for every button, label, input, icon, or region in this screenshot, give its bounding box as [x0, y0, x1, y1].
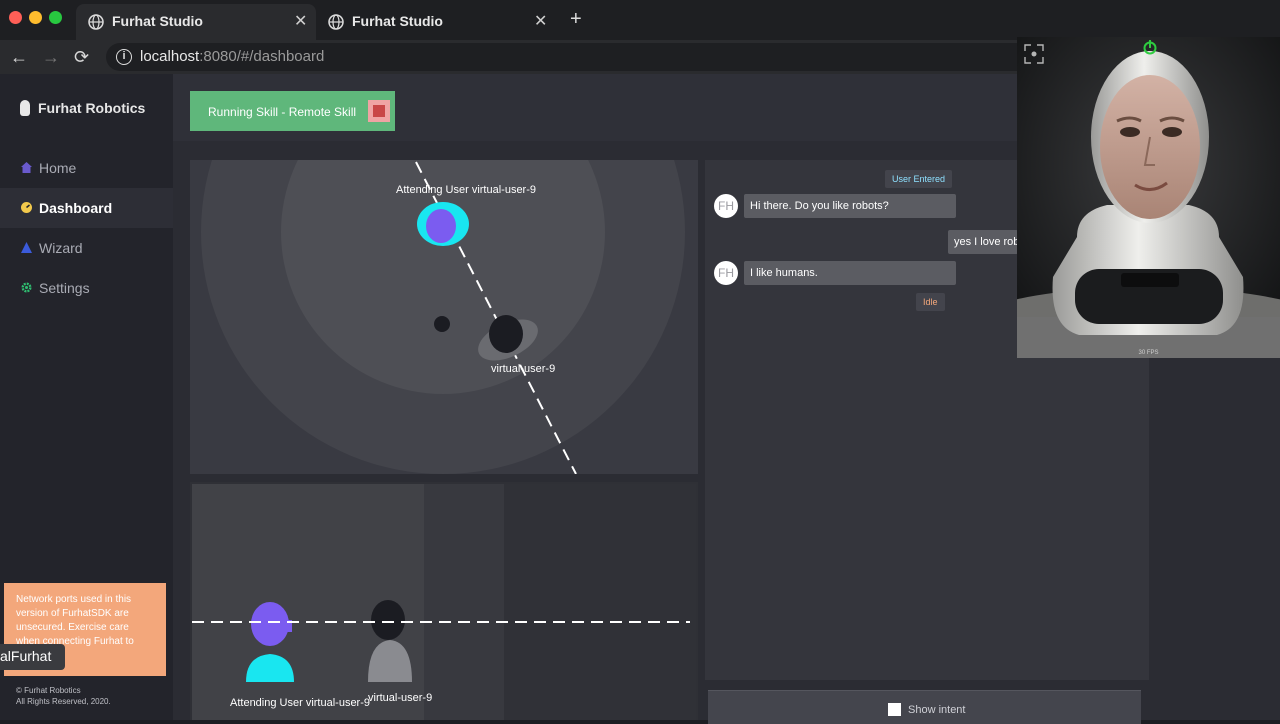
furhat-logo-icon	[20, 100, 30, 116]
browser-tab-active[interactable]: Furhat Studio ✕	[76, 4, 316, 40]
browser-tab-bar: Furhat Studio ✕ Furhat Studio ✕ +	[0, 0, 1280, 40]
home-icon	[21, 162, 32, 173]
running-skill-label: Running Skill - Remote Skill	[208, 105, 357, 119]
sidebar-item-label: Wizard	[39, 240, 83, 256]
close-icon[interactable]: ✕	[534, 11, 547, 31]
robot-avatar: FH	[714, 194, 738, 218]
brand-name: Furhat Robotics	[38, 100, 146, 116]
robot-face-view: 30 FPS	[1017, 37, 1280, 358]
tab-title: Furhat Studio	[112, 13, 203, 29]
virtual-user-head	[371, 600, 405, 640]
dashboard-icon	[21, 202, 32, 213]
virtual-user-head	[489, 315, 523, 353]
sidebar-item-label: Settings	[39, 280, 90, 296]
sidebar-item-dashboard[interactable]: Dashboard	[0, 188, 173, 228]
robot-message: Hi there. Do you like robots?	[744, 194, 956, 218]
show-intent-checkbox[interactable]	[888, 703, 901, 716]
fps-counter: 30 FPS	[1138, 350, 1159, 356]
tab-title: Furhat Studio	[352, 13, 443, 29]
window-minimize-button[interactable]	[29, 11, 42, 24]
attending-user-label: Attending User virtual-user-9	[230, 697, 371, 709]
stop-skill-button[interactable]	[368, 100, 390, 122]
running-skill-indicator: Running Skill - Remote Skill	[190, 91, 395, 131]
sidebar-item-label: Dashboard	[39, 200, 113, 216]
robot-face-render	[1017, 37, 1280, 358]
tooltip: alFurhat	[0, 644, 66, 670]
camera-field-far	[424, 484, 504, 720]
url-path: :8080/#/dashboard	[199, 48, 325, 65]
side-view-panel: Attending User virtual-user-9 virtual-us…	[190, 482, 698, 720]
side-view-canvas	[192, 484, 696, 720]
sidebar-item-settings[interactable]: Settings	[0, 268, 173, 308]
copyright: © Furhat Robotics All Rights Reserved, 2…	[16, 685, 111, 707]
browser-tab[interactable]: Furhat Studio ✕	[316, 4, 556, 40]
show-intent-label: Show intent	[908, 704, 966, 716]
event-badge: User Entered	[885, 170, 953, 188]
attending-user-label: Attending User virtual-user-9	[396, 184, 537, 196]
globe-icon	[328, 14, 344, 30]
brand: Furhat Robotics	[20, 100, 145, 116]
reload-button[interactable]: ⟳	[74, 46, 89, 68]
attending-user-head	[426, 209, 456, 243]
forward-button[interactable]: →	[42, 46, 60, 68]
sidebar-item-label: Home	[39, 160, 77, 176]
url-host: localhost	[140, 48, 200, 65]
virtual-user-label: virtual-user-9	[368, 692, 433, 704]
close-icon[interactable]: ✕	[294, 11, 307, 31]
sidebar-item-wizard[interactable]: Wizard	[0, 228, 173, 268]
window-close-button[interactable]	[9, 11, 22, 24]
copyright-line: All Rights Reserved, 2020.	[16, 697, 111, 706]
new-tab-button[interactable]: +	[570, 8, 582, 31]
info-icon[interactable]: i	[116, 49, 132, 65]
attending-user-head	[251, 602, 289, 646]
robot-position-marker	[434, 316, 450, 332]
virtual-user-label: virtual-user-9	[491, 363, 556, 375]
back-button[interactable]: ←	[10, 46, 28, 68]
user-message: yes I love robots	[948, 230, 1018, 254]
wizard-icon	[21, 242, 32, 253]
stop-icon	[373, 105, 385, 117]
robot-message: I like humans.	[744, 261, 956, 285]
gear-icon	[21, 282, 32, 293]
show-intent-toggle[interactable]: Show intent	[708, 690, 1141, 724]
top-view-canvas	[201, 160, 685, 474]
window-maximize-button[interactable]	[49, 11, 62, 24]
robot-avatar: FH	[714, 261, 738, 285]
camera-field-outside	[504, 484, 696, 720]
url-text: localhost:8080/#/dashboard	[140, 48, 324, 65]
state-badge: Idle	[916, 293, 945, 311]
copyright-line: © Furhat Robotics	[16, 686, 81, 695]
top-view-panel: Attending User virtual-user-9 virtual-us…	[190, 160, 698, 474]
sidebar-item-home[interactable]: Home	[0, 148, 173, 188]
globe-icon	[88, 14, 104, 30]
sidebar: Furhat Robotics Home Dashboard Wizard Se…	[0, 74, 173, 720]
